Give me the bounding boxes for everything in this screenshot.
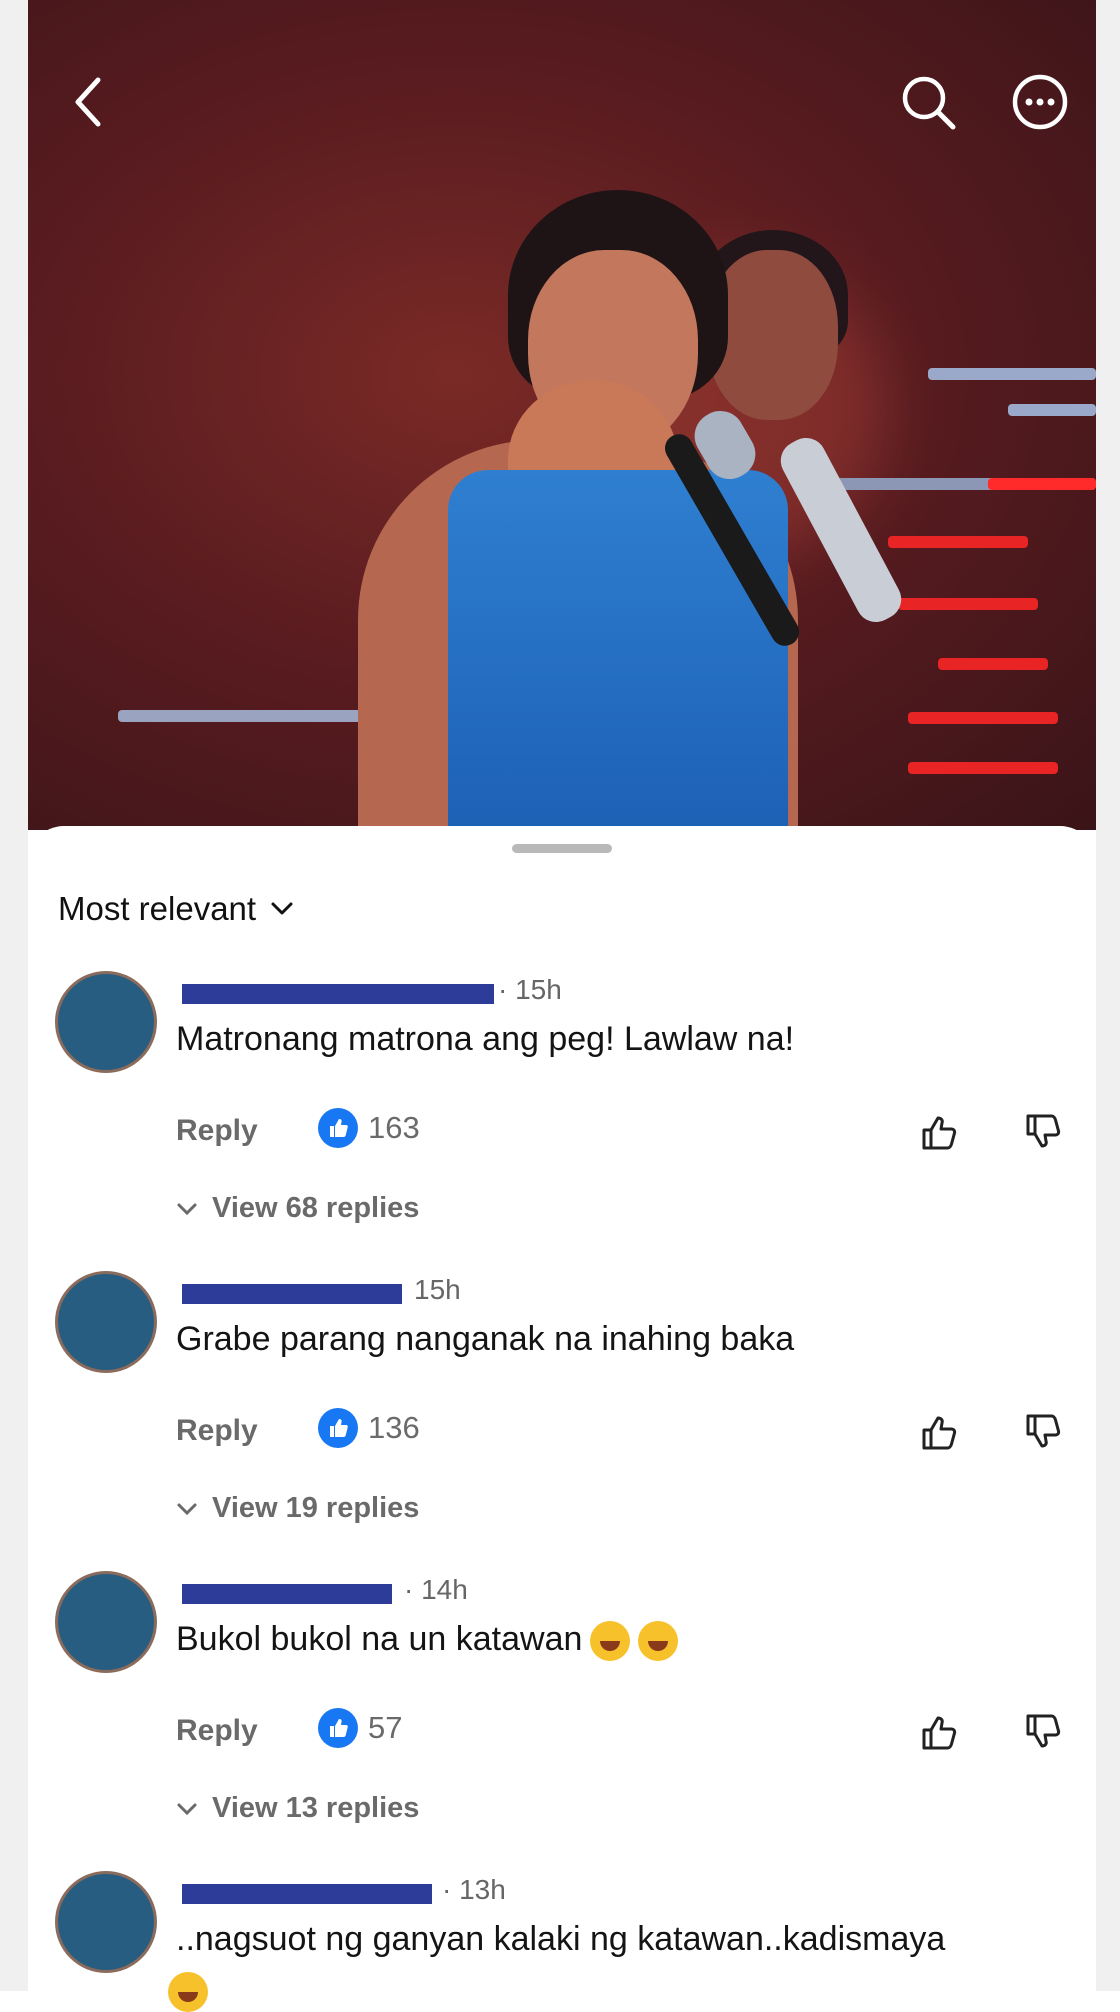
like-count: 163	[318, 1108, 420, 1148]
view-replies-button[interactable]: View 68 replies	[176, 1192, 419, 1225]
chevron-down-icon	[271, 902, 293, 915]
thumbs-up-badge-icon	[318, 1108, 358, 1148]
thumbs-up-badge-icon	[318, 1708, 358, 1748]
reply-button[interactable]: Reply	[176, 1414, 258, 1448]
avatar[interactable]	[58, 974, 154, 1070]
sort-dropdown[interactable]: Most relevant	[58, 890, 294, 928]
comment-text-value: Bukol bukol na un katawan	[176, 1620, 583, 1658]
view-replies-button[interactable]: View 13 replies	[176, 1792, 419, 1825]
comment-time: · 13h	[442, 1874, 506, 1905]
avatar[interactable]	[58, 1874, 154, 1970]
rofl-emoji-icon	[638, 1621, 679, 1662]
chevron-down-icon	[177, 1803, 197, 1815]
dizzy-emoji-icon	[168, 1972, 208, 2012]
downvote-icon[interactable]	[1022, 1110, 1066, 1154]
back-button[interactable]	[60, 72, 120, 132]
upvote-icon[interactable]	[918, 1710, 962, 1754]
author-name-redacted[interactable]	[182, 1884, 432, 1904]
laughing-emoji-icon	[590, 1621, 631, 1662]
more-horizontal-icon	[1012, 74, 1068, 130]
comment-time: · 14h	[404, 1574, 468, 1605]
like-count-value: 136	[368, 1410, 420, 1445]
avatar[interactable]	[58, 1274, 154, 1370]
chevron-down-icon	[177, 1203, 197, 1215]
view-replies-label: View 68 replies	[212, 1192, 420, 1224]
comment-text: ..nagsuot ng ganyan kalaki ng katawan..k…	[176, 1920, 946, 1958]
comments-sheet: Most relevant · 15h Matronang matrona an…	[28, 826, 1096, 2012]
search-button[interactable]	[898, 72, 958, 132]
drag-handle[interactable]	[512, 844, 612, 853]
view-replies-button[interactable]: View 19 replies	[176, 1492, 419, 1525]
avatar[interactable]	[58, 1574, 154, 1670]
reply-button[interactable]: Reply	[176, 1114, 258, 1148]
comment-time: · 15h	[498, 974, 562, 1005]
comment-text: Matronang matrona ang peg! Lawlaw na!	[176, 1020, 795, 1058]
chevron-down-icon	[177, 1503, 197, 1515]
reply-button[interactable]: Reply	[176, 1714, 258, 1748]
author-name-redacted[interactable]	[182, 1284, 402, 1304]
author-name-redacted[interactable]	[182, 984, 494, 1004]
author-name-redacted[interactable]	[182, 1584, 392, 1604]
view-replies-label: View 13 replies	[212, 1792, 420, 1824]
sort-label: Most relevant	[58, 890, 257, 927]
downvote-icon[interactable]	[1022, 1410, 1066, 1454]
comment-time: 15h	[414, 1274, 461, 1305]
left-edge	[0, 0, 28, 1991]
downvote-icon[interactable]	[1022, 1710, 1066, 1754]
search-icon	[902, 76, 956, 130]
like-count-value: 57	[368, 1710, 403, 1745]
right-edge	[1096, 0, 1120, 1991]
like-count: 136	[318, 1408, 420, 1448]
comment-text: Grabe parang nanganak na inahing baka	[176, 1320, 795, 1358]
view-replies-label: View 19 replies	[212, 1492, 420, 1524]
upvote-icon[interactable]	[918, 1110, 962, 1154]
comment-text: Bukol bukol na un katawan	[176, 1620, 679, 1662]
upvote-icon[interactable]	[918, 1410, 962, 1454]
more-options-button[interactable]	[1010, 72, 1070, 132]
chevron-left-icon	[75, 77, 101, 127]
like-count-value: 163	[368, 1110, 420, 1145]
thumbs-up-badge-icon	[318, 1408, 358, 1448]
like-count: 57	[318, 1708, 402, 1748]
